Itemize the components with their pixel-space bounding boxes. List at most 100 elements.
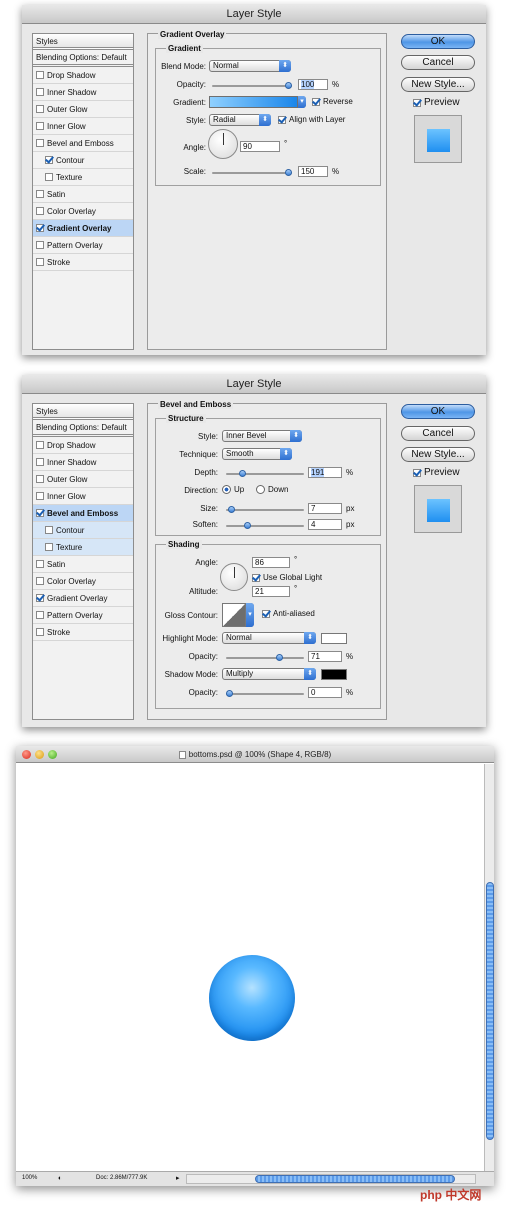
angle-dial[interactable] [208, 129, 238, 159]
style-item-drop-shadow[interactable]: Drop Shadow [33, 67, 133, 84]
vertical-scroll-thumb[interactable] [486, 882, 494, 1140]
checkbox-icon[interactable] [36, 105, 44, 113]
style-item-gradient-overlay[interactable]: Gradient Overlay [33, 590, 133, 607]
shadow-opacity-slider[interactable] [226, 690, 304, 697]
style-item-inner-shadow[interactable]: Inner Shadow [33, 84, 133, 101]
blend-mode-select[interactable]: Normal ⬍ [209, 60, 291, 72]
slider-knob[interactable] [226, 690, 233, 697]
checkbox-icon[interactable] [36, 139, 44, 147]
checkbox-icon[interactable] [36, 207, 44, 215]
checkbox-icon[interactable] [36, 509, 44, 517]
preview-checkbox[interactable]: Preview [413, 97, 460, 108]
direction-up-radio[interactable]: Up [222, 485, 244, 494]
slider-knob[interactable] [276, 654, 284, 661]
soften-slider[interactable] [226, 522, 304, 529]
depth-field[interactable]: 191 [308, 467, 342, 478]
highlight-opacity-field[interactable]: 71 [308, 651, 342, 662]
status-menu-icon[interactable]: ◐ [58, 1172, 62, 1185]
style-item-color-overlay[interactable]: Color Overlay [33, 203, 133, 220]
angle-field[interactable]: 86 [252, 557, 290, 568]
slider-knob[interactable] [239, 470, 247, 477]
checkbox-icon[interactable] [36, 577, 44, 585]
style-item-gradient-overlay[interactable]: Gradient Overlay [33, 220, 133, 237]
checkbox-icon[interactable] [36, 560, 44, 568]
style-select[interactable]: Radial ⬍ [209, 114, 271, 126]
style-item-inner-glow[interactable]: Inner Glow [33, 488, 133, 505]
shadow-mode-select[interactable]: Multiply ⬍ [222, 668, 316, 680]
close-icon[interactable] [22, 750, 31, 759]
checkbox-icon[interactable] [36, 224, 44, 232]
checkbox-icon[interactable] [36, 458, 44, 466]
checkbox-icon[interactable] [45, 526, 53, 534]
cancel-button[interactable]: Cancel [401, 426, 475, 441]
cancel-button[interactable]: Cancel [401, 55, 475, 70]
checkbox-icon[interactable] [36, 628, 44, 636]
bevel-style-select[interactable]: Inner Bevel ⬍ [222, 430, 302, 442]
technique-select[interactable]: Smooth ⬍ [222, 448, 292, 460]
horizontal-scrollbar[interactable] [186, 1174, 476, 1184]
gradient-dropdown[interactable]: ▾ [298, 96, 306, 108]
checkbox-icon[interactable] [36, 190, 44, 198]
style-item-drop-shadow[interactable]: Drop Shadow [33, 437, 133, 454]
style-item-texture[interactable]: Texture [33, 539, 133, 556]
use-global-light-checkbox[interactable]: Use Global Light [252, 573, 322, 582]
angle-field[interactable]: 90 [240, 141, 280, 152]
opacity-field[interactable]: 100 [298, 79, 328, 90]
ok-button[interactable]: OK [401, 34, 475, 49]
style-item-blending-options-default[interactable]: Blending Options: Default [33, 50, 133, 67]
soften-field[interactable]: 4 [308, 519, 342, 530]
canvas[interactable] [18, 764, 484, 1171]
slider-knob[interactable] [243, 522, 251, 529]
scale-slider[interactable] [212, 169, 292, 176]
style-item-inner-shadow[interactable]: Inner Shadow [33, 454, 133, 471]
new-style-button[interactable]: New Style... [401, 77, 475, 92]
style-item-satin[interactable]: Satin [33, 186, 133, 203]
checkbox-icon[interactable] [36, 88, 44, 96]
checkbox-icon[interactable] [45, 156, 53, 164]
depth-slider[interactable] [226, 470, 304, 477]
style-item-color-overlay[interactable]: Color Overlay [33, 573, 133, 590]
shadow-color-swatch[interactable] [321, 669, 347, 680]
altitude-field[interactable]: 21 [252, 586, 290, 597]
style-item-bevel-and-emboss[interactable]: Bevel and Emboss [33, 505, 133, 522]
checkbox-icon[interactable] [36, 475, 44, 483]
style-item-outer-glow[interactable]: Outer Glow [33, 101, 133, 118]
size-slider[interactable] [226, 506, 304, 513]
slider-knob[interactable] [228, 506, 236, 513]
preview-checkbox[interactable]: Preview [413, 467, 460, 478]
blue-sphere-shape[interactable] [209, 955, 295, 1041]
angle-dial[interactable] [220, 563, 248, 591]
highlight-color-swatch[interactable] [321, 633, 347, 644]
style-item-stroke[interactable]: Stroke [33, 624, 133, 641]
checkbox-icon[interactable] [36, 492, 44, 500]
style-item-bevel-and-emboss[interactable]: Bevel and Emboss [33, 135, 133, 152]
checkbox-icon[interactable] [36, 258, 44, 266]
checkbox-icon[interactable] [45, 543, 53, 551]
checkbox-icon[interactable] [45, 173, 53, 181]
checkbox-icon[interactable] [36, 71, 44, 79]
reverse-checkbox[interactable]: Reverse [312, 97, 353, 106]
direction-down-radio[interactable]: Down [256, 485, 288, 494]
style-item-pattern-overlay[interactable]: Pattern Overlay [33, 607, 133, 624]
minimize-icon[interactable] [35, 750, 44, 759]
style-item-inner-glow[interactable]: Inner Glow [33, 118, 133, 135]
new-style-button[interactable]: New Style... [401, 447, 475, 462]
horizontal-scroll-thumb[interactable] [255, 1175, 455, 1183]
ok-button[interactable]: OK [401, 404, 475, 419]
anti-aliased-checkbox[interactable]: Anti-aliased [262, 609, 315, 618]
status-arrow-icon[interactable]: ▸ [176, 1172, 180, 1185]
style-item-satin[interactable]: Satin [33, 556, 133, 573]
style-item-contour[interactable]: Contour [33, 152, 133, 169]
shadow-opacity-field[interactable]: 0 [308, 687, 342, 698]
checkbox-icon[interactable] [36, 594, 44, 602]
style-item-pattern-overlay[interactable]: Pattern Overlay [33, 237, 133, 254]
align-with-layer-checkbox[interactable]: Align with Layer [278, 115, 345, 124]
scale-field[interactable]: 150 [298, 166, 328, 177]
vertical-scrollbar[interactable] [484, 764, 494, 1171]
style-item-texture[interactable]: Texture [33, 169, 133, 186]
checkbox-icon[interactable] [36, 122, 44, 130]
checkbox-icon[interactable] [36, 611, 44, 619]
style-item-contour[interactable]: Contour [33, 522, 133, 539]
zoom-level[interactable]: 100% [22, 1172, 37, 1185]
size-field[interactable]: 7 [308, 503, 342, 514]
